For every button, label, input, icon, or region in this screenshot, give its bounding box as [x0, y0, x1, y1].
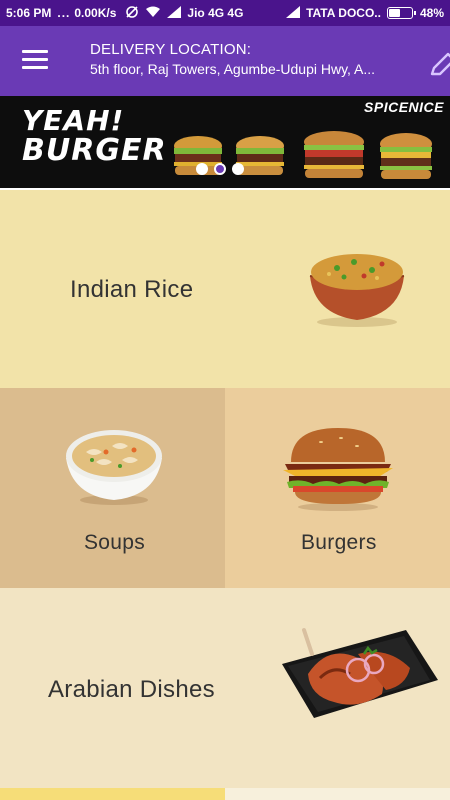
grilled-chicken-tray-image	[282, 628, 438, 718]
status-network-speed: 0.00K/s	[74, 6, 117, 20]
category-tile-partial-1[interactable]	[0, 788, 225, 800]
banner-headline-line1: YEAH!	[22, 104, 125, 137]
banner-dot-1[interactable]	[196, 163, 208, 175]
category-tile-partial-2[interactable]	[225, 788, 450, 800]
battery-percent: 48%	[419, 6, 444, 20]
category-indian-rice[interactable]: Indian Rice	[0, 190, 450, 388]
banner-dot-3[interactable]	[232, 163, 244, 175]
delivery-location-title: DELIVERY LOCATION:	[90, 41, 252, 58]
delivery-location-address[interactable]: 5th floor, Raj Towers, Agumbe-Udupi Hwy,…	[90, 61, 420, 77]
status-notification-dots: ...	[57, 6, 71, 20]
category-label: Arabian Dishes	[48, 676, 215, 703]
category-label: Indian Rice	[70, 276, 194, 303]
category-arabian-dishes[interactable]: Arabian Dishes	[0, 588, 450, 788]
carrier-2: TATA DOCO..	[306, 6, 381, 20]
signal-icon	[167, 5, 182, 21]
data-saver-icon	[125, 5, 139, 22]
hamburger-menu-icon[interactable]	[22, 50, 48, 70]
burger-image-2	[236, 136, 284, 175]
burger-image-1	[174, 136, 222, 175]
status-time: 5:06 PM	[6, 6, 52, 20]
signal-icon-2	[286, 5, 301, 21]
banner-headline-line2: BURGER	[22, 133, 167, 168]
biryani-bowl-image	[309, 254, 405, 327]
banner-pagination	[196, 163, 250, 175]
category-label: Burgers	[301, 531, 377, 554]
category-soups[interactable]: Soups	[0, 388, 225, 588]
burger-image	[283, 428, 393, 511]
category-burgers[interactable]: Burgers	[225, 388, 450, 588]
banner-dot-2[interactable]	[214, 163, 226, 175]
brand-logo: SPICENICE	[364, 99, 444, 115]
burger-image-4	[380, 133, 432, 179]
app-bar: DELIVERY LOCATION: 5th floor, Raj Towers…	[0, 26, 450, 96]
burger-image-3	[304, 131, 364, 178]
pencil-icon[interactable]	[428, 52, 450, 78]
carrier-1: Jio 4G 4G	[187, 6, 244, 20]
wifi-icon	[145, 6, 161, 21]
category-label: Soups	[84, 531, 146, 554]
battery-icon	[386, 7, 416, 19]
status-bar: 5:06 PM ... 0.00K/s Jio 4G 4G TATA DOCO.…	[0, 0, 450, 26]
soup-bowl-image	[66, 430, 162, 505]
banner-headline: YEAH! BURGER	[22, 106, 167, 166]
